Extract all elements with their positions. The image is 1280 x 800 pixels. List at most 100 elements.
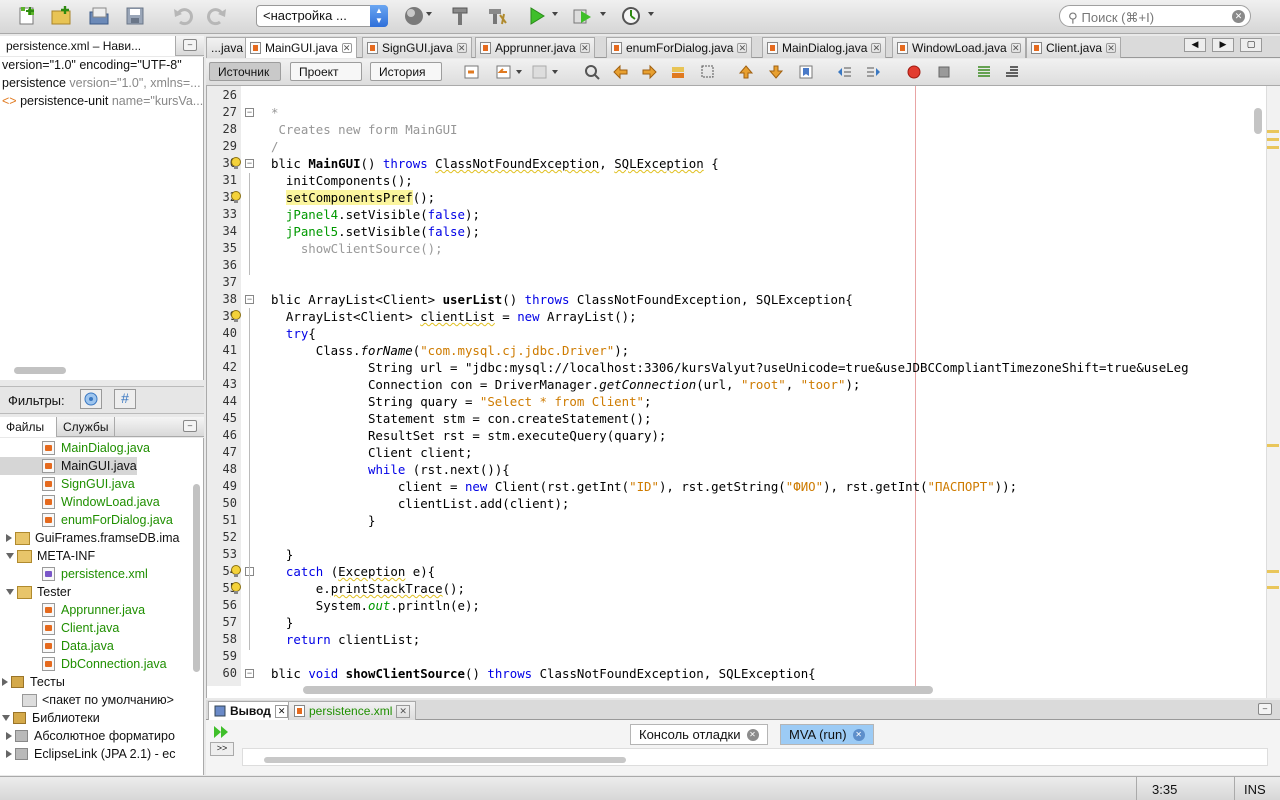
- hash-filter-icon[interactable]: #: [114, 389, 136, 409]
- minimize-icon[interactable]: –: [1258, 703, 1272, 715]
- fold-toggle-icon[interactable]: −: [245, 669, 254, 678]
- chevron-down-icon[interactable]: [516, 70, 522, 74]
- editor-tab[interactable]: MainGUI.java ✕: [245, 37, 357, 58]
- undo-icon[interactable]: [170, 4, 196, 28]
- expanded-arrow-icon[interactable]: [6, 553, 14, 559]
- history-view-button[interactable]: История: [370, 62, 442, 81]
- chevron-down-icon[interactable]: [552, 70, 558, 74]
- editor-vertical-scrollbar[interactable]: [1254, 108, 1262, 134]
- tree-item[interactable]: Абсолютное форматиро: [0, 727, 175, 745]
- editor-tab[interactable]: ...java: [206, 37, 249, 58]
- uncomment-icon[interactable]: [1004, 64, 1020, 80]
- toggle-bookmark-icon[interactable]: [798, 64, 814, 80]
- scroll-tabs-right-icon[interactable]: ▶: [1212, 38, 1234, 52]
- chevron-down-icon[interactable]: [426, 12, 432, 16]
- tree-item[interactable]: SignGUI.java: [0, 475, 135, 493]
- design-view-button[interactable]: Проект: [290, 62, 362, 81]
- tab-files[interactable]: Файлы: [0, 417, 57, 437]
- collapsed-arrow-icon[interactable]: [6, 732, 12, 740]
- tree-item[interactable]: EclipseLink (JPA 2.1) - ec: [0, 745, 176, 763]
- next-bookmark-icon[interactable]: [768, 64, 784, 80]
- fold-toggle-icon[interactable]: −: [245, 108, 254, 117]
- redo-icon[interactable]: [204, 4, 230, 28]
- minimize-icon[interactable]: –: [183, 39, 197, 51]
- warning-mark[interactable]: [1267, 444, 1279, 447]
- warning-mark[interactable]: [1267, 130, 1279, 133]
- tree-item[interactable]: enumForDialog.java: [0, 511, 173, 529]
- close-icon[interactable]: ✕: [341, 43, 352, 53]
- debug-icon[interactable]: [570, 4, 596, 28]
- configuration-select[interactable]: <настройка ... ▲ ▼: [256, 5, 388, 27]
- close-icon[interactable]: ✕: [1106, 43, 1117, 53]
- close-icon[interactable]: ✕: [871, 43, 882, 53]
- back-icon[interactable]: [496, 64, 512, 80]
- start-macro-recording-icon[interactable]: [906, 64, 922, 80]
- close-icon[interactable]: ✕: [746, 728, 759, 741]
- warning-mark[interactable]: [1267, 138, 1279, 141]
- nav-persistence-unit-node[interactable]: <> persistence-unit name="kursVa...: [2, 94, 203, 108]
- insert-mode[interactable]: INS: [1244, 782, 1266, 797]
- close-icon[interactable]: ✕: [274, 704, 289, 718]
- rerun-icon[interactable]: [212, 724, 232, 740]
- run-icon[interactable]: [524, 4, 550, 28]
- tab-persistence-xml[interactable]: persistence.xml ✕: [288, 701, 416, 720]
- collapsed-arrow-icon[interactable]: [6, 750, 12, 758]
- scroll-tabs-left-icon[interactable]: ◀: [1184, 38, 1206, 52]
- chevron-down-icon[interactable]: [600, 12, 606, 16]
- horizontal-scrollbar[interactable]: [14, 367, 66, 374]
- tree-vertical-scrollbar[interactable]: [193, 484, 200, 672]
- profile-icon[interactable]: [618, 4, 644, 28]
- chevron-down-icon[interactable]: [552, 12, 558, 16]
- close-icon[interactable]: ✕: [737, 43, 748, 53]
- open-project-icon[interactable]: [86, 4, 112, 28]
- rectangular-selection-icon[interactable]: [700, 64, 716, 80]
- nav-xml-declaration[interactable]: version="1.0" encoding="UTF-8": [2, 58, 182, 72]
- tree-item[interactable]: persistence.xml: [0, 565, 148, 583]
- tree-item[interactable]: Client.java: [0, 619, 119, 637]
- warning-mark[interactable]: [1267, 586, 1279, 589]
- editor-horizontal-scrollbar[interactable]: [303, 686, 933, 694]
- tree-item[interactable]: Data.java: [0, 637, 114, 655]
- forward-icon[interactable]: [532, 64, 548, 80]
- collapsed-arrow-icon[interactable]: [6, 534, 12, 542]
- expanded-arrow-icon[interactable]: [2, 715, 10, 721]
- tab-run-console[interactable]: MVA (run) ✕: [780, 724, 874, 745]
- warning-mark[interactable]: [1267, 570, 1279, 573]
- last-edit-icon[interactable]: [464, 64, 480, 80]
- code-editor[interactable]: 26 27 28 29 30 31 32 33 34 35 36 37 38 39 40 41 42 43 44 45…: [206, 86, 1280, 698]
- find-previous-icon[interactable]: [612, 64, 628, 80]
- tree-item[interactable]: Apprunner.java: [0, 601, 145, 619]
- more-actions-icon[interactable]: >>: [210, 742, 234, 756]
- shift-left-icon[interactable]: [836, 64, 852, 80]
- tree-item[interactable]: DbConnection.java: [0, 655, 167, 673]
- nav-persistence-node[interactable]: persistence version="1.0", xmlns=...: [2, 76, 201, 90]
- tree-item[interactable]: Тесты: [0, 673, 65, 691]
- fold-toggle-icon[interactable]: −: [245, 159, 254, 168]
- tree-item[interactable]: MainDialog.java: [0, 439, 150, 457]
- editor-tab[interactable]: SignGUI.java ✕: [362, 37, 472, 58]
- close-icon[interactable]: ✕: [396, 704, 410, 718]
- globe-icon[interactable]: [401, 4, 427, 28]
- close-icon[interactable]: ✕: [456, 43, 467, 53]
- new-file-icon[interactable]: [14, 4, 40, 28]
- close-icon[interactable]: ✕: [579, 43, 590, 53]
- clean-build-icon[interactable]: [484, 4, 510, 28]
- tree-item[interactable]: Библиотеки: [0, 709, 100, 727]
- collapsed-arrow-icon[interactable]: [2, 678, 8, 686]
- find-next-icon[interactable]: [642, 64, 658, 80]
- warning-mark[interactable]: [1267, 146, 1279, 149]
- previous-bookmark-icon[interactable]: [738, 64, 754, 80]
- close-icon[interactable]: ✕: [852, 728, 865, 741]
- fold-toggle-icon[interactable]: −: [245, 295, 254, 304]
- tree-item[interactable]: META-INF: [0, 547, 95, 565]
- chevron-down-icon[interactable]: [648, 12, 654, 16]
- navigator-tab[interactable]: persistence.xml – Нави...: [0, 36, 176, 56]
- code-area[interactable]: * Creates new form MainGUI / blic MainGUI(…: [259, 86, 1249, 686]
- source-view-button[interactable]: Источник: [209, 62, 281, 81]
- find-icon[interactable]: [584, 64, 600, 80]
- save-all-icon[interactable]: [122, 4, 148, 28]
- tree-item[interactable]: MainGUI.java: [0, 457, 137, 475]
- editor-tab[interactable]: Apprunner.java ✕: [475, 37, 595, 58]
- tree-item[interactable]: GuiFrames.framseDB.ima: [0, 529, 179, 547]
- shift-right-icon[interactable]: [866, 64, 882, 80]
